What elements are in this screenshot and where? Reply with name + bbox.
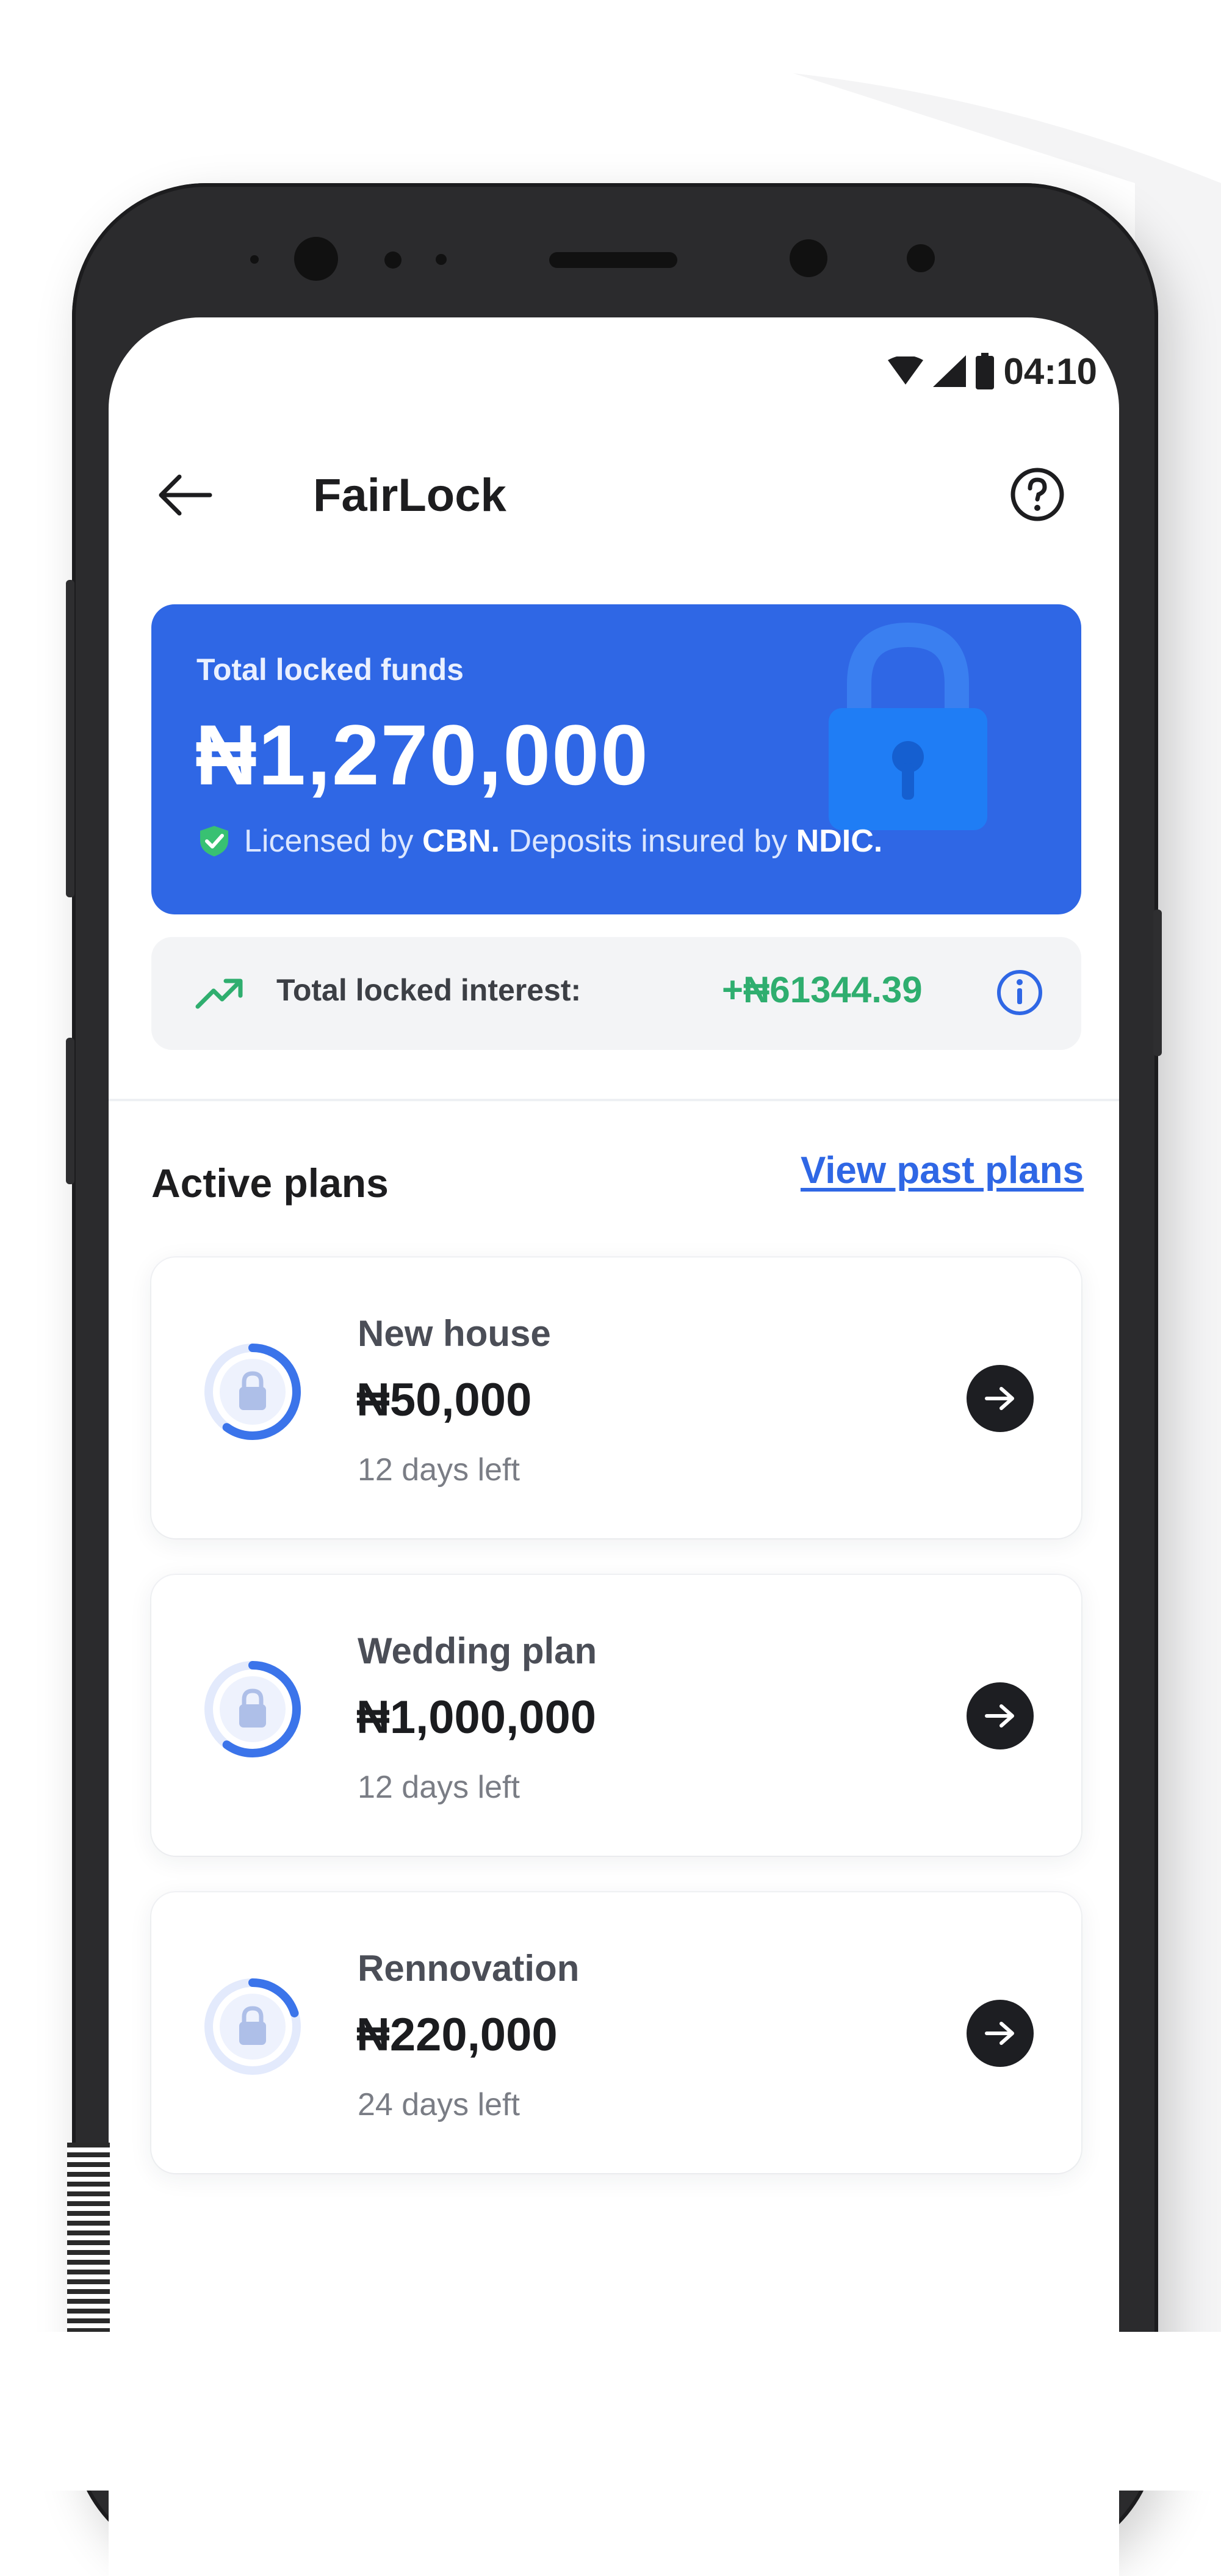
arrow-right-icon	[985, 1704, 1014, 1728]
app-header: FairLock	[157, 452, 1067, 537]
plan-progress-ring	[204, 1978, 301, 2075]
back-arrow-icon	[159, 474, 212, 516]
plan-card[interactable]: New house ₦50,000 12 days left	[151, 1257, 1081, 1538]
license-regulator: CBN.	[422, 823, 500, 859]
plan-progress-ring	[204, 1661, 301, 1757]
plan-progress-ring	[204, 1344, 301, 1440]
phone-screen: 04:10 FairLock Total locked funds ₦1,270…	[109, 317, 1119, 2576]
page-title: FairLock	[313, 469, 506, 521]
plan-days-left: 24 days left	[358, 2087, 520, 2122]
plan-name: Wedding plan	[358, 1630, 597, 1671]
plan-days-left: 12 days left	[358, 1770, 520, 1805]
info-icon	[997, 970, 1042, 1015]
plan-card[interactable]: Wedding plan ₦1,000,000 12 days left	[151, 1575, 1081, 1856]
lock-icon	[220, 1359, 286, 1425]
help-icon	[1010, 468, 1064, 521]
lock-watermark-icon	[829, 622, 987, 830]
sensor-dot	[907, 244, 935, 272]
bottom-fade	[0, 2332, 1221, 2491]
status-time: 04:10	[1003, 350, 1097, 392]
plan-amount: ₦220,000	[356, 2009, 558, 2061]
open-plan-button[interactable]	[967, 2000, 1034, 2067]
open-plan-button[interactable]	[967, 1365, 1034, 1432]
plan-name: Rennovation	[358, 1948, 580, 1989]
speaker-grille	[67, 2143, 110, 2332]
arrow-right-icon	[985, 1387, 1014, 1410]
open-plan-button[interactable]	[967, 1682, 1034, 1749]
trending-up-icon	[195, 979, 243, 1009]
plan-days-left: 12 days left	[358, 1452, 520, 1488]
status-bar: 04:10	[887, 351, 1097, 392]
battery-icon	[975, 353, 994, 389]
sensor-dot	[384, 251, 402, 269]
interest-info-button[interactable]	[995, 968, 1045, 1018]
plan-amount: ₦50,000	[356, 1374, 532, 1426]
side-button-left-2	[66, 1038, 74, 1184]
view-past-plans-link[interactable]: View past plans	[801, 1149, 1084, 1192]
arrow-right-icon	[985, 2022, 1014, 2045]
license-insurer: NDIC.	[796, 823, 883, 859]
earpiece-speaker	[549, 252, 677, 268]
sensor-dot	[250, 255, 259, 264]
section-divider	[109, 1099, 1119, 1101]
wifi-icon	[887, 356, 923, 386]
balance-label: Total locked funds	[196, 653, 464, 687]
total-locked-card: Total locked funds ₦1,270,000 Licensed b…	[151, 604, 1081, 914]
plan-card[interactable]: Rennovation ₦220,000 24 days left	[151, 1892, 1081, 2173]
interest-value: +₦61344.39	[722, 969, 923, 1010]
help-button[interactable]	[1008, 465, 1067, 524]
lock-icon	[220, 1994, 286, 2060]
signal-icon	[932, 355, 966, 387]
interest-label: Total locked interest:	[276, 973, 582, 1007]
plan-amount: ₦1,000,000	[356, 1691, 596, 1743]
front-camera	[294, 237, 338, 281]
sensor-dot	[436, 254, 447, 265]
license-notice: Licensed by CBN. Deposits insured by NDI…	[198, 823, 882, 859]
shield-check-icon	[200, 826, 228, 856]
active-plans-title: Active plans	[151, 1160, 389, 1206]
locked-interest-row: Total locked interest: +₦61344.39	[151, 937, 1081, 1050]
balance-amount: ₦1,270,000	[195, 707, 649, 803]
side-button-right	[1153, 910, 1162, 1056]
front-camera-2	[790, 239, 827, 277]
back-button[interactable]	[157, 468, 212, 523]
plan-name: New house	[358, 1313, 551, 1354]
license-text: Licensed by CBN. Deposits insured by NDI…	[244, 823, 882, 859]
license-prefix: Licensed by	[244, 823, 422, 859]
lock-icon	[220, 1676, 286, 1742]
license-middle: Deposits insured by	[500, 823, 796, 859]
side-button-left-1	[66, 580, 74, 897]
